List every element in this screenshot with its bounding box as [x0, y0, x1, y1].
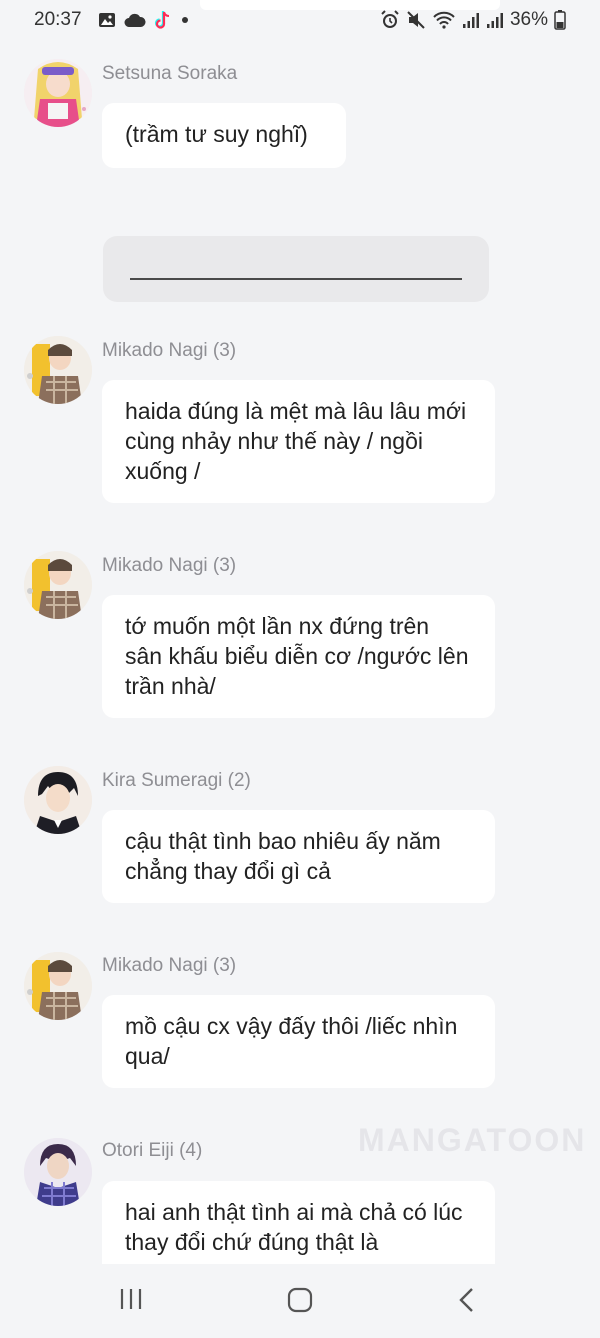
- avatar[interactable]: [24, 551, 92, 619]
- battery-icon: [554, 10, 566, 30]
- scene-divider-card: [103, 236, 489, 302]
- message-bubble: (trầm tư suy nghĩ): [102, 103, 346, 168]
- sender-name: Mikado Nagi (3): [102, 555, 237, 576]
- back-icon[interactable]: [456, 1286, 478, 1314]
- signal-icon: [486, 13, 503, 28]
- message-bubble: mồ cậu cx vậy đấy thôi /liếc nhìn qua/: [102, 995, 495, 1088]
- cloud-icon: [124, 13, 146, 27]
- message-bubble: haida đúng là mệt mà lâu lâu mới cùng nh…: [102, 380, 495, 503]
- divider-line: [130, 278, 462, 280]
- avatar[interactable]: [24, 1138, 92, 1206]
- sender-name: Mikado Nagi (3): [102, 955, 237, 976]
- avatar[interactable]: [24, 336, 92, 404]
- gallery-icon: [99, 13, 115, 27]
- dot-icon: [182, 17, 188, 23]
- signal-icon: [462, 13, 479, 28]
- sender-name: Otori Eiji (4): [102, 1140, 203, 1161]
- avatar[interactable]: [24, 766, 92, 834]
- recent-apps-icon[interactable]: [118, 1286, 144, 1312]
- battery-percent: 36%: [509, 9, 548, 30]
- top-overlay-pill: [200, 0, 500, 10]
- watermark: MANGATOON: [358, 1122, 587, 1158]
- status-time: 20:37: [34, 9, 82, 30]
- sender-name: Mikado Nagi (3): [102, 340, 237, 361]
- avatar[interactable]: [24, 952, 92, 1020]
- sender-name: Kira Sumeragi (2): [102, 770, 251, 791]
- alarm-icon: [381, 10, 399, 28]
- message-bubble: tớ muốn một lần nx đứng trên sân khấu bi…: [102, 595, 495, 718]
- navigation-bar: [0, 1264, 600, 1338]
- tiktok-icon: [154, 11, 170, 29]
- wifi-icon: [433, 11, 455, 29]
- mute-icon: [407, 11, 425, 29]
- message-bubble: cậu thật tình bao nhiêu ấy năm chẳng tha…: [102, 810, 495, 903]
- sender-name: Setsuna Soraka: [102, 63, 238, 84]
- home-icon[interactable]: [286, 1286, 314, 1314]
- avatar[interactable]: [24, 59, 92, 127]
